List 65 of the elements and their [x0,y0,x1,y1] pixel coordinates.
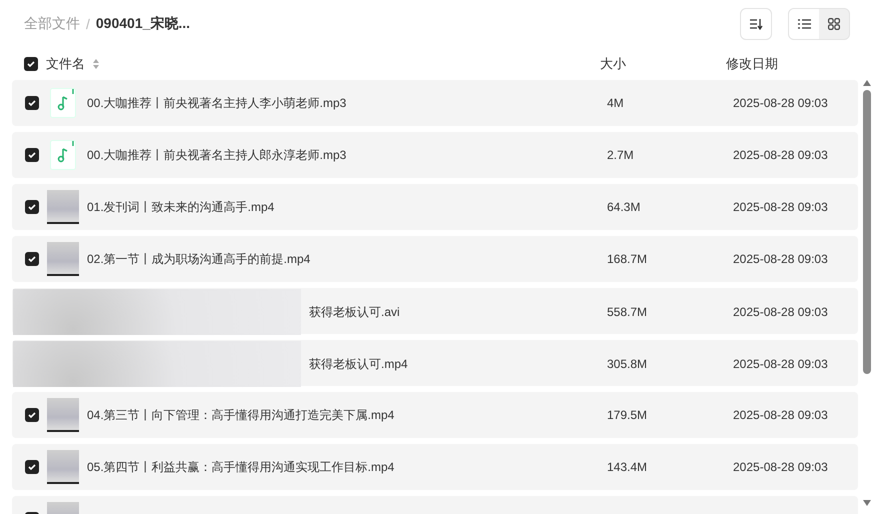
modified-date: 2025-08-28 09:03 [733,460,829,474]
check-icon [28,463,36,471]
file-size: 168.7M [607,252,648,266]
file-row[interactable]: 04.第三节丨向下管理：高手懂得用沟通打造完美下属.mp4 179.5M 2025-08-28 09:03 [12,392,858,438]
audio-file-icon [50,140,76,170]
check-icon [28,99,36,107]
file-name[interactable]: 获得老板认可.avi [309,304,400,320]
grid-icon [828,18,840,30]
file-size: 4M [607,96,625,110]
checkbox[interactable] [25,200,39,214]
video-thumbnail-placeholder [47,190,79,224]
check-icon [28,151,36,159]
file-name[interactable]: 获得老板认可.mp4 [309,356,408,372]
check-icon [27,60,35,68]
scrollbar[interactable] [862,80,872,506]
file-size: 305.8M [607,357,648,371]
checkbox[interactable] [24,57,38,71]
column-header: 修改日期 [726,55,779,73]
file-name[interactable]: 02.第一节丨成为职场沟通高手的前提.mp4 [87,250,310,268]
breadcrumb-separator: / [86,16,90,32]
video-thumbnail-placeholder [47,398,79,432]
check-icon [28,411,36,419]
modified-date: 2025-08-28 09:03 [733,408,829,422]
file-size: 143.4M [607,460,648,474]
checkbox[interactable] [25,460,39,474]
file-row[interactable]: 获得老板认可.avi 558.7M 2025-08-28 09:03 [12,288,858,334]
column-header[interactable]: 文件名 [46,55,85,73]
modified-date: 2025-08-28 09:03 [733,96,829,110]
file-size: 179.5M [607,408,648,422]
file-name[interactable]: 01.发刊词丨致未来的沟通高手.mp4 [87,198,274,216]
file-size: 2.7M [607,148,635,162]
modified-date: 2025-08-28 09:03 [733,148,829,162]
sort-icon [749,18,763,30]
file-row[interactable]: 00.大咖推荐丨前央视著名主持人李小萌老师.mp3 4M 2025-08-28 09:03 [12,80,858,126]
checkbox[interactable] [25,252,39,266]
file-row[interactable]: 05.第四节丨利益共赢：高手懂得用沟通实现工作目标.mp4 143.4M 2025-08-28 09:03 [12,444,858,490]
file-size: 64.3M [607,200,642,214]
column-header: 大小 [600,55,627,73]
file-name[interactable]: 00.大咖推荐丨前央视著名主持人郎永淳老师.mp3 [87,146,346,164]
modified-date: 2025-08-28 09:03 [733,357,829,371]
list-view-button[interactable] [789,9,819,39]
scroll-up-icon[interactable] [863,80,871,86]
modified-date: 2025-08-28 09:03 [733,252,829,266]
list-icon [798,19,810,29]
modified-date: 2025-08-28 09:03 [733,305,829,319]
check-icon [28,255,36,263]
checkbox[interactable] [25,148,39,162]
scroll-down-icon[interactable] [863,500,871,506]
file-name[interactable]: 04.第三节丨向下管理：高手懂得用沟通打造完美下属.mp4 [87,406,394,424]
breadcrumb-current: 090401_宋晓... [96,15,190,33]
checkbox[interactable] [25,96,39,110]
file-row[interactable]: 00.大咖推荐丨前央视著名主持人郎永淳老师.mp3 2.7M 2025-08-28 09:03 [12,132,858,178]
modified-date: 2025-08-28 09:03 [733,200,829,214]
check-icon [28,203,36,211]
file-row[interactable]: 01.发刊词丨致未来的沟通高手.mp4 64.3M 2025-08-28 09:03 [12,184,858,230]
file-size: 558.7M [607,305,648,319]
file-row[interactable]: 获得老板认可.mp4 305.8M 2025-08-28 09:03 [12,340,858,386]
audio-file-icon [50,88,76,118]
checkbox[interactable] [25,408,39,422]
video-thumbnail-placeholder [47,450,79,484]
file-row[interactable]: 02.第一节丨成为职场沟通高手的前提.mp4 168.7M 2025-08-28 09:03 [12,236,858,282]
video-thumbnail-placeholder [47,242,79,276]
file-name[interactable]: 00.大咖推荐丨前央视著名主持人李小萌老师.mp3 [87,94,346,112]
sort-button[interactable] [740,8,772,40]
file-name[interactable]: 05.第四节丨利益共赢：高手懂得用沟通实现工作目标.mp4 [87,458,394,476]
